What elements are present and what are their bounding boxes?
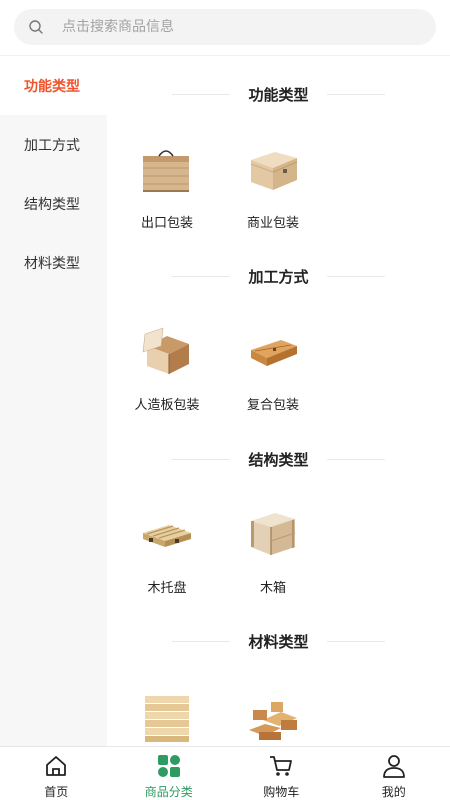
section-header: 功能类型 bbox=[107, 82, 450, 106]
product-label: 木箱 bbox=[259, 581, 286, 596]
section-header: 加工方式 bbox=[107, 264, 450, 288]
product-label: 出口包装 bbox=[140, 216, 193, 231]
user-icon bbox=[381, 753, 407, 779]
sidebar-item-structure-type[interactable]: 结构类型 bbox=[0, 174, 107, 233]
divider bbox=[172, 93, 231, 95]
divider bbox=[172, 275, 231, 277]
tab-label: 首页 bbox=[44, 785, 69, 799]
section-title: 加工方式 bbox=[248, 267, 309, 286]
product-item[interactable]: 木箱 bbox=[220, 507, 326, 607]
wooden-case-icon bbox=[245, 507, 301, 563]
divider bbox=[326, 275, 385, 277]
search-header bbox=[0, 0, 450, 56]
tab-label: 购物车 bbox=[263, 785, 300, 799]
search-icon bbox=[28, 19, 44, 35]
board-stack-icon bbox=[139, 690, 195, 746]
tab-profile[interactable]: 我的 bbox=[338, 747, 450, 800]
sidebar-item-processing-method[interactable]: 加工方式 bbox=[0, 115, 107, 174]
lumber-pile-icon bbox=[245, 690, 301, 746]
product-list[interactable]: 功能类型 出口包装 商业包装 加工方式 人造板包装 复合包装 结构类型 木托盘 … bbox=[107, 56, 450, 746]
product-label: 商业包装 bbox=[246, 216, 299, 231]
product-item[interactable]: 商业包装 bbox=[220, 142, 326, 242]
bottom-tab-bar: 首页 商品分类 购物车 我的 bbox=[0, 746, 450, 800]
product-label: 木托盘 bbox=[147, 581, 187, 596]
export-box-icon bbox=[139, 142, 195, 198]
product-item[interactable]: 人造板包装 bbox=[114, 324, 220, 424]
tab-category[interactable]: 商品分类 bbox=[113, 747, 226, 800]
gift-box-icon bbox=[245, 142, 301, 198]
product-label: 复合包装 bbox=[246, 398, 299, 413]
tab-label: 我的 bbox=[381, 785, 406, 799]
product-item[interactable] bbox=[114, 690, 220, 746]
cart-icon bbox=[268, 753, 294, 779]
divider bbox=[326, 93, 385, 95]
search-bar[interactable] bbox=[14, 9, 436, 45]
divider bbox=[326, 640, 385, 642]
wine-box-icon bbox=[245, 324, 301, 380]
section-header: 结构类型 bbox=[107, 447, 450, 471]
sidebar-item-function-type[interactable]: 功能类型 bbox=[0, 56, 107, 115]
product-item[interactable]: 复合包装 bbox=[220, 324, 326, 424]
home-icon bbox=[43, 753, 69, 779]
section-title: 功能类型 bbox=[248, 85, 309, 104]
tab-label: 商品分类 bbox=[144, 785, 193, 799]
sidebar-item-label: 功能类型 bbox=[24, 78, 80, 95]
sidebar-item-material-type[interactable]: 材料类型 bbox=[0, 233, 107, 292]
plywood-crate-icon bbox=[139, 324, 195, 380]
search-input[interactable] bbox=[62, 19, 402, 35]
tab-cart[interactable]: 购物车 bbox=[225, 747, 338, 800]
sidebar-item-label: 结构类型 bbox=[24, 196, 80, 213]
product-item[interactable]: 出口包装 bbox=[114, 142, 220, 242]
category-icon bbox=[156, 753, 182, 779]
section-header: 材料类型 bbox=[107, 629, 450, 653]
product-item[interactable] bbox=[220, 690, 326, 746]
product-item[interactable]: 木托盘 bbox=[114, 507, 220, 607]
section-title: 结构类型 bbox=[248, 450, 309, 469]
sidebar-item-label: 材料类型 bbox=[24, 255, 80, 272]
product-label: 人造板包装 bbox=[134, 398, 200, 413]
divider bbox=[326, 458, 385, 460]
sidebar-item-label: 加工方式 bbox=[24, 137, 80, 154]
tab-home[interactable]: 首页 bbox=[0, 747, 113, 800]
divider bbox=[172, 458, 231, 460]
pallet-icon bbox=[139, 507, 195, 563]
section-title: 材料类型 bbox=[248, 632, 309, 651]
category-sidebar: 功能类型 加工方式 结构类型 材料类型 bbox=[0, 56, 107, 746]
divider bbox=[172, 640, 231, 642]
